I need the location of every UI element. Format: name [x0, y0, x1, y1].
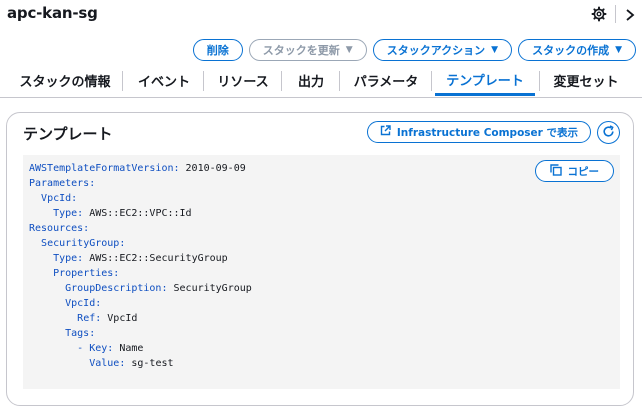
- code-key: Tags:: [65, 328, 96, 339]
- tab-template[interactable]: テンプレート: [435, 66, 535, 96]
- code-line: SecurityGroup:: [29, 236, 620, 251]
- code-line: Value: sg-test: [29, 356, 620, 371]
- chevron-right-icon[interactable]: [624, 7, 636, 21]
- code-line: VpcId:: [29, 191, 620, 206]
- view-in-composer-button[interactable]: Infrastructure Composer で表示: [366, 121, 591, 143]
- divider: [615, 5, 616, 23]
- copy-icon: [549, 163, 562, 179]
- code-key: Resources:: [29, 223, 90, 234]
- caret-down-icon: ▼: [491, 44, 499, 55]
- tab-events[interactable]: イベント: [128, 66, 200, 95]
- tab-bar: スタックの情報 イベント リソース 出力 パラメータ テンプレート 変更セット: [0, 66, 642, 98]
- tab-divider: [122, 71, 123, 91]
- code-line: VpcId:: [29, 296, 620, 311]
- copy-label: コピー: [567, 165, 600, 178]
- code-line: GroupDescription: SecurityGroup: [29, 281, 620, 296]
- tab-divider: [539, 71, 540, 91]
- delete-button[interactable]: 削除: [192, 39, 243, 61]
- tab-change-sets[interactable]: 変更セット: [545, 66, 627, 95]
- panel-title: テンプレート: [23, 125, 113, 143]
- code-value: AWS::EC2::SecurityGroup: [83, 253, 228, 264]
- tab-divider: [281, 71, 282, 91]
- code-value: sg-test: [125, 358, 174, 369]
- code-line: Properties:: [29, 266, 620, 281]
- refresh-button[interactable]: [597, 121, 620, 144]
- page-title: apc-kan-sg: [7, 4, 98, 22]
- tab-parameters[interactable]: パラメータ: [345, 66, 427, 95]
- gear-icon[interactable]: [591, 6, 607, 22]
- template-panel: テンプレート Infrastructure Composer で表示 AWSTe…: [6, 112, 634, 406]
- stack-actions-button[interactable]: スタックアクション ▼: [372, 39, 513, 61]
- code-value: SecurityGroup: [167, 283, 252, 294]
- top-right-controls: [591, 5, 636, 23]
- code-key: Type:: [53, 253, 84, 264]
- code-key: Ref:: [77, 313, 102, 324]
- caret-down-icon: ▼: [615, 44, 622, 55]
- update-stack-label: スタックを更新: [262, 44, 340, 57]
- stack-actions-bar: 削除 スタックを更新 ▼ スタックアクション ▼ スタックの作成 ▼: [192, 39, 636, 61]
- delete-button-label: 削除: [206, 44, 229, 57]
- tab-divider: [431, 71, 432, 91]
- code-key: Type:: [53, 208, 84, 219]
- update-stack-button[interactable]: スタックを更新 ▼: [248, 39, 367, 61]
- code-line: - Key: Name: [29, 341, 620, 356]
- code-key: SecurityGroup:: [41, 238, 126, 249]
- code-lines: AWSTemplateFormatVersion: 2010-09-09 Para…: [29, 161, 620, 371]
- tab-resources[interactable]: リソース: [209, 66, 277, 95]
- code-value: Name: [113, 343, 144, 354]
- tab-stack-info[interactable]: スタックの情報: [10, 66, 120, 95]
- code-line: Parameters:: [29, 176, 620, 191]
- code-key: VpcId:: [41, 193, 78, 204]
- code-line: Type: AWS::EC2::VPC::Id: [29, 206, 620, 221]
- code-line: Resources:: [29, 221, 620, 236]
- code-line: AWSTemplateFormatVersion: 2010-09-09: [29, 161, 620, 176]
- create-stack-label: スタックの作成: [532, 44, 610, 57]
- code-value: VpcId: [101, 313, 138, 324]
- view-in-composer-label: Infrastructure Composer で表示: [396, 126, 578, 139]
- stack-actions-label: スタックアクション: [386, 44, 486, 57]
- code-line: Ref: VpcId: [29, 311, 620, 326]
- code-key: - Key:: [77, 343, 114, 354]
- code-key: Properties:: [53, 268, 120, 279]
- create-stack-button[interactable]: スタックの作成 ▼: [518, 39, 636, 61]
- tab-divider: [203, 71, 204, 91]
- code-key: AWSTemplateFormatVersion:: [29, 163, 180, 174]
- template-code-block: AWSTemplateFormatVersion: 2010-09-09 Para…: [23, 155, 620, 389]
- code-line: Type: AWS::EC2::SecurityGroup: [29, 251, 620, 266]
- copy-button[interactable]: コピー: [534, 160, 614, 182]
- code-key: Value:: [89, 358, 126, 369]
- code-key: VpcId:: [65, 298, 102, 309]
- external-link-icon: [380, 125, 391, 139]
- code-line: Tags:: [29, 326, 620, 341]
- caret-down-icon: ▼: [345, 44, 353, 55]
- tab-outputs[interactable]: 出力: [287, 66, 335, 95]
- tab-divider: [339, 71, 340, 91]
- code-key: GroupDescription:: [65, 283, 168, 294]
- code-value: AWS::EC2::VPC::Id: [83, 208, 192, 219]
- code-key: Parameters:: [29, 178, 96, 189]
- code-value: 2010-09-09: [179, 163, 246, 174]
- refresh-icon: [602, 123, 615, 142]
